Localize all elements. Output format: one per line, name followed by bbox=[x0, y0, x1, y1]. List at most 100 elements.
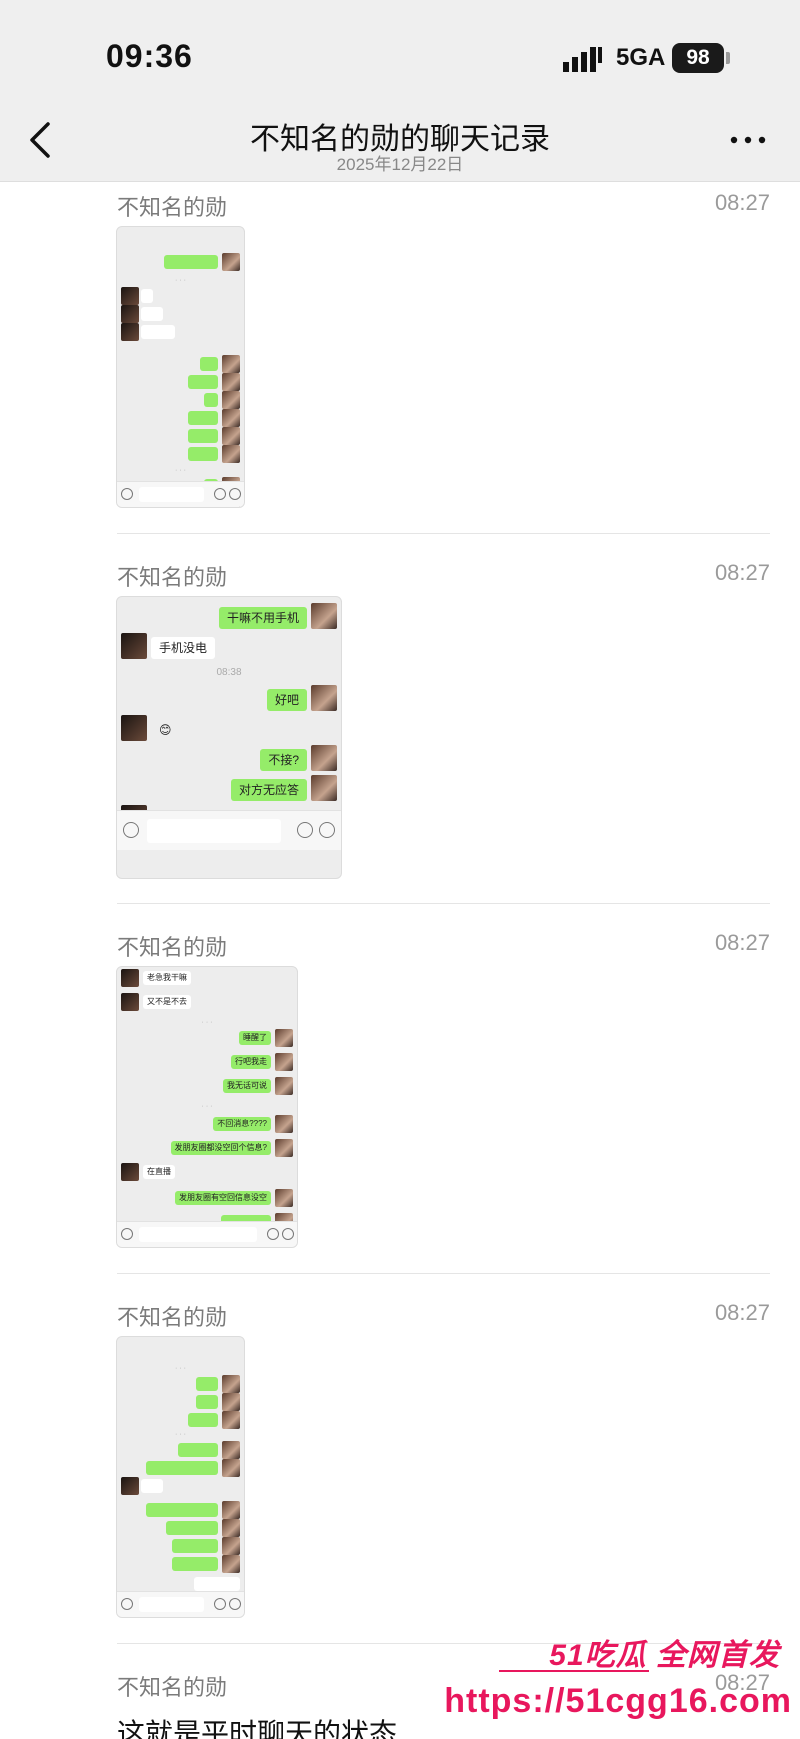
input-bar bbox=[117, 1221, 297, 1247]
sender-name: 不知名的勋 bbox=[117, 1305, 228, 1330]
chat-row bbox=[117, 1459, 244, 1477]
avatar bbox=[222, 427, 240, 445]
chat-bubble bbox=[141, 1479, 163, 1493]
input-icon bbox=[121, 488, 133, 500]
chat-bubble bbox=[188, 1413, 218, 1427]
chat-row bbox=[117, 1393, 244, 1411]
input-icon bbox=[123, 822, 139, 838]
chat-bubble bbox=[146, 1461, 218, 1475]
chat-bubble: 老急我干嘛 bbox=[143, 971, 191, 985]
input-icon bbox=[214, 488, 226, 500]
time-divider: · · · bbox=[201, 1019, 213, 1026]
avatar bbox=[275, 1077, 293, 1095]
chat-row bbox=[117, 323, 244, 341]
chat-bubble bbox=[188, 429, 218, 443]
avatar bbox=[275, 1139, 293, 1157]
chat-bubble: 我无话可说 bbox=[223, 1079, 271, 1093]
list-item[interactable]: 不知名的勋 08:27 · · · · · · bbox=[0, 190, 800, 535]
nav-bar: 不知名的勋的聊天记录 2025年12月22日 bbox=[0, 100, 800, 182]
list-item[interactable]: 不知名的勋 08:27 老急我干嘛 又不是不去 · · · 睡醒了 行吧我走 我… bbox=[0, 930, 800, 1275]
input-bar bbox=[117, 810, 341, 850]
chat-row: 我无话可说 bbox=[117, 1077, 297, 1095]
chat-row bbox=[117, 391, 244, 409]
input-icon bbox=[267, 1228, 279, 1240]
input-bar bbox=[117, 1591, 244, 1617]
avatar bbox=[222, 1375, 240, 1393]
input-icon bbox=[297, 822, 313, 838]
avatar bbox=[121, 287, 139, 305]
avatar bbox=[222, 355, 240, 373]
chat-row bbox=[117, 1441, 244, 1459]
chat-bubble: 发朋友圈有空回信息没空 bbox=[175, 1191, 271, 1205]
avatar bbox=[222, 445, 240, 463]
sender-name: 不知名的勋 bbox=[117, 195, 228, 220]
chat-row: 好吧 bbox=[117, 685, 341, 715]
signal-icon bbox=[563, 47, 602, 72]
avatar bbox=[121, 323, 139, 341]
chat-bubble bbox=[188, 411, 218, 425]
avatar bbox=[222, 1393, 240, 1411]
chat-row bbox=[117, 1537, 244, 1555]
chat-bubble bbox=[196, 1377, 218, 1391]
list-item[interactable]: 不知名的勋 08:27 · · · · · · · · · bbox=[0, 1300, 800, 1645]
chat-bubble: 对方无应答 bbox=[230, 779, 307, 801]
chat-row: 行吧我走 bbox=[117, 1053, 297, 1071]
status-time: 09:36 bbox=[106, 38, 193, 74]
chat-row: 发朋友圈都没空回个信息? bbox=[117, 1139, 297, 1157]
input-icon bbox=[214, 1598, 226, 1610]
message-time: 08:27 bbox=[714, 190, 770, 215]
chat-row bbox=[117, 373, 244, 391]
watermark-url: https://51cgg16.com bbox=[444, 1682, 792, 1720]
battery-tip bbox=[726, 52, 730, 64]
watermark-line bbox=[499, 1670, 649, 1672]
chat-bubble bbox=[166, 1521, 218, 1535]
chat-row: 😊 bbox=[117, 715, 341, 745]
message-time: 08:27 bbox=[714, 1300, 770, 1325]
chat-bubble bbox=[196, 1395, 218, 1409]
chat-bubble bbox=[178, 1443, 218, 1457]
watermark-brand: 51吃瓜 全网首发 bbox=[549, 1639, 780, 1672]
input-icon bbox=[229, 1598, 241, 1610]
avatar bbox=[275, 1115, 293, 1133]
list-item[interactable]: 不知名的勋 08:27 干嘛不用手机 手机没电 08:38 好吧 😊 不接? 对… bbox=[0, 560, 800, 905]
chat-screenshot-image[interactable]: · · · · · · · · · bbox=[116, 1336, 245, 1618]
avatar bbox=[222, 1537, 240, 1555]
input-field bbox=[139, 487, 204, 502]
avatar bbox=[121, 1163, 139, 1181]
input-icon bbox=[121, 1228, 133, 1240]
avatar bbox=[275, 1053, 293, 1071]
chat-row: 不回消息???? bbox=[117, 1115, 297, 1133]
time-divider: · · · bbox=[175, 277, 186, 284]
chat-row: 发朋友圈有空回信息没空 bbox=[117, 1189, 297, 1207]
chat-bubble: 行吧我走 bbox=[231, 1055, 271, 1069]
avatar bbox=[222, 1459, 240, 1477]
chat-bubble bbox=[188, 375, 218, 389]
divider bbox=[117, 533, 770, 534]
chat-row: 睡醒了 bbox=[117, 1029, 297, 1047]
chat-bubble bbox=[141, 325, 175, 339]
chat-screenshot-image[interactable]: 老急我干嘛 又不是不去 · · · 睡醒了 行吧我走 我无话可说 · · · 不… bbox=[116, 966, 298, 1248]
time-divider: · · · bbox=[175, 1431, 186, 1438]
sender-name: 不知名的勋 bbox=[117, 1675, 228, 1700]
network-label: 5GA bbox=[616, 44, 666, 71]
chat-screenshot-image[interactable]: · · · · · · bbox=[116, 226, 245, 508]
chat-row bbox=[117, 287, 244, 305]
chat-row: 手机没电 bbox=[117, 633, 341, 663]
time-divider: 08:38 bbox=[216, 667, 242, 678]
page-subtitle: 2025年12月22日 bbox=[336, 155, 464, 174]
time-divider: · · · bbox=[201, 1103, 213, 1110]
chat-row: 老急我干嘛 bbox=[117, 969, 297, 987]
chat-screenshot-image[interactable]: 干嘛不用手机 手机没电 08:38 好吧 😊 不接? 对方无应答 ? bbox=[116, 596, 342, 879]
avatar bbox=[222, 1501, 240, 1519]
avatar bbox=[311, 603, 337, 629]
input-field bbox=[147, 819, 281, 843]
avatar bbox=[121, 305, 139, 323]
avatar bbox=[311, 775, 337, 801]
chat-row: 在直播 bbox=[117, 1163, 297, 1181]
chat-row bbox=[117, 1519, 244, 1537]
more-icon[interactable] bbox=[728, 130, 768, 150]
sender-name: 不知名的勋 bbox=[117, 565, 228, 590]
sender-name: 不知名的勋 bbox=[117, 935, 228, 960]
avatar bbox=[222, 391, 240, 409]
chat-row bbox=[117, 1477, 244, 1495]
